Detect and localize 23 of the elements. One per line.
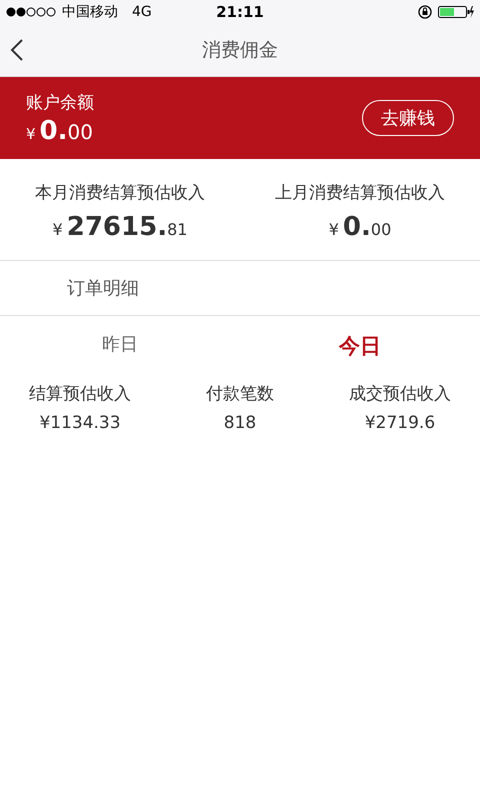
stat-value: 818 <box>224 413 256 433</box>
day-tab[interactable]: 昨日 <box>102 332 138 356</box>
amount: ¥27615.81 <box>52 212 188 242</box>
stat-label: 成交预估收入 <box>349 383 451 405</box>
stat-label: 付款笔数 <box>206 383 274 405</box>
carrier-name: 中国移动 <box>62 3 118 21</box>
day-tab[interactable]: 今日 <box>339 332 381 360</box>
income-label: 本月消费结算预估收入 <box>35 182 205 204</box>
amount: ¥0.00 <box>328 212 392 242</box>
stat-value: ¥2719.6 <box>364 413 436 433</box>
status-time: 21:11 <box>216 3 264 21</box>
order-detail-link[interactable]: 订单明细 <box>67 276 139 300</box>
stat-label: 结算预估收入 <box>29 383 131 405</box>
signal-icon <box>6 7 56 17</box>
network-type: 4G <box>132 4 152 20</box>
battery-icon <box>438 5 474 19</box>
balance-label: 账户余额 <box>26 92 94 112</box>
income-label: 上月消费结算预估收入 <box>275 182 445 204</box>
back-icon[interactable] <box>10 38 24 62</box>
earn-money-button[interactable]: 去赚钱 <box>362 100 454 136</box>
page-title: 消费佣金 <box>202 39 278 61</box>
stat-value: ¥1134.33 <box>39 413 121 433</box>
rotation-lock-icon <box>418 5 432 19</box>
